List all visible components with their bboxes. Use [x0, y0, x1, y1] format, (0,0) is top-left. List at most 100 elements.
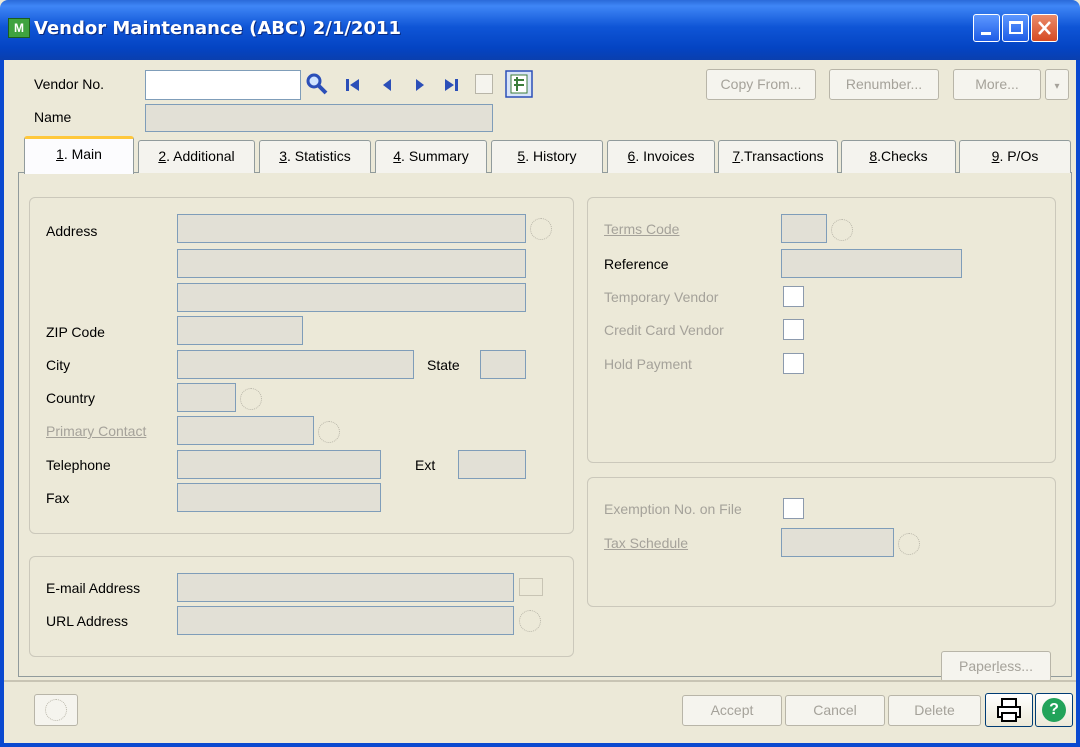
tab-invoices[interactable]: 6. Invoices: [607, 140, 715, 173]
ext-label: Ext: [415, 457, 436, 473]
maximize-button[interactable]: [1002, 14, 1029, 42]
primary-contact-label[interactable]: Primary Contact: [46, 423, 146, 439]
primary-contact-field[interactable]: [177, 416, 314, 445]
zip-code-label: ZIP Code: [46, 324, 105, 340]
tab-summary-number: 4: [393, 148, 402, 164]
address-lookup-icon[interactable]: [530, 218, 552, 240]
paperless-label-start: Paper: [959, 658, 997, 674]
reference-field[interactable]: [781, 249, 962, 278]
first-record-icon[interactable]: [344, 76, 362, 94]
temporary-vendor-label: Temporary Vendor: [604, 289, 719, 305]
name-field[interactable]: [145, 104, 493, 132]
tab-main-label: . Main: [63, 146, 102, 162]
tab-main-number: 1: [56, 146, 64, 162]
tab-checks-number: 8: [869, 148, 878, 164]
email-label: E-mail Address: [46, 580, 141, 596]
exemption-checkbox[interactable]: [783, 498, 804, 519]
tab-main[interactable]: 1. Main: [24, 136, 134, 174]
tab-additional-number: 2: [158, 148, 167, 164]
search-icon[interactable]: [305, 72, 329, 96]
paperless-button[interactable]: Paperless...: [941, 651, 1051, 682]
city-label: City: [46, 357, 71, 373]
email-field[interactable]: [177, 573, 514, 602]
terms-code-label[interactable]: Terms Code: [604, 221, 679, 237]
delete-button[interactable]: Delete: [888, 695, 981, 726]
status-button[interactable]: [34, 694, 78, 726]
country-lookup-icon[interactable]: [240, 388, 262, 410]
address-line-2-field[interactable]: [177, 249, 526, 278]
close-button[interactable]: [1031, 14, 1058, 42]
window-frame-left: [0, 60, 4, 747]
tab-checks[interactable]: 8.Checks: [841, 140, 956, 173]
next-record-icon[interactable]: [413, 76, 427, 94]
calculator-icon[interactable]: [505, 70, 533, 98]
country-label: Country: [46, 390, 96, 406]
tab-transactions-label: .Transactions: [740, 148, 824, 164]
hold-payment-label: Hold Payment: [604, 356, 692, 372]
maximize-icon: [1009, 21, 1023, 34]
close-icon: [1038, 21, 1051, 35]
status-icon: [45, 699, 67, 721]
fax-label: Fax: [46, 490, 70, 506]
city-field[interactable]: [177, 350, 414, 379]
renumber-button[interactable]: Renumber...: [829, 69, 939, 100]
terms-code-lookup-icon[interactable]: [831, 219, 853, 241]
fax-field[interactable]: [177, 483, 381, 512]
email-icon[interactable]: [519, 578, 543, 596]
telephone-field[interactable]: [177, 450, 381, 479]
tab-transactions-number: 7: [732, 148, 741, 164]
credit-card-vendor-label: Credit Card Vendor: [604, 322, 724, 338]
tab-additional[interactable]: 2. Additional: [138, 140, 255, 173]
url-label: URL Address: [46, 613, 128, 629]
tab-summary-label: . Summary: [401, 148, 469, 164]
ext-field[interactable]: [458, 450, 526, 479]
address-line-3-field[interactable]: [177, 283, 526, 312]
tab-statistics-label: . Statistics: [287, 148, 351, 164]
help-icon: ?: [1042, 698, 1066, 722]
credit-card-vendor-checkbox[interactable]: [783, 319, 804, 340]
url-field[interactable]: [177, 606, 514, 635]
tab-pos[interactable]: 9. P/Os: [959, 140, 1071, 173]
tab-checks-label: .Checks: [877, 148, 928, 164]
chevron-down-icon: ▾: [1054, 81, 1060, 92]
tab-invoices-label: . Invoices: [635, 148, 695, 164]
country-field[interactable]: [177, 383, 236, 412]
tax-schedule-label[interactable]: Tax Schedule: [604, 535, 688, 551]
print-button[interactable]: [985, 693, 1033, 727]
window-frame-right: [1076, 60, 1080, 747]
primary-contact-lookup-icon[interactable]: [318, 421, 340, 443]
exemption-label: Exemption No. on File: [604, 501, 742, 517]
more-dropdown-button[interactable]: ▾: [1045, 69, 1069, 100]
tab-pos-label: . P/Os: [999, 148, 1039, 164]
tab-summary[interactable]: 4. Summary: [375, 140, 487, 173]
state-field[interactable]: [480, 350, 526, 379]
copy-from-button[interactable]: Copy From...: [706, 69, 816, 100]
more-button[interactable]: More...: [953, 69, 1041, 100]
address-line-1-field[interactable]: [177, 214, 526, 243]
minimize-button[interactable]: [973, 14, 1000, 42]
hold-payment-checkbox[interactable]: [783, 353, 804, 374]
terms-code-field[interactable]: [781, 214, 827, 243]
app-icon[interactable]: M: [8, 18, 30, 38]
temporary-vendor-checkbox[interactable]: [783, 286, 804, 307]
last-record-icon[interactable]: [442, 76, 460, 94]
window-frame-bottom: [0, 743, 1080, 747]
url-launch-icon[interactable]: [519, 610, 541, 632]
cancel-button[interactable]: Cancel: [785, 695, 885, 726]
zip-code-field[interactable]: [177, 316, 303, 345]
tax-schedule-field[interactable]: [781, 528, 894, 557]
accept-button[interactable]: Accept: [682, 695, 782, 726]
printer-icon: [997, 698, 1021, 722]
paperless-label-end: ess...: [999, 658, 1033, 674]
window-title: Vendor Maintenance (ABC) 2/1/2011: [34, 18, 402, 39]
previous-record-icon[interactable]: [380, 76, 394, 94]
tab-history-label: . History: [525, 148, 577, 164]
state-label: State: [427, 357, 460, 373]
tax-schedule-lookup-icon[interactable]: [898, 533, 920, 555]
tab-transactions[interactable]: 7.Transactions: [718, 140, 838, 173]
help-button[interactable]: ?: [1035, 693, 1073, 727]
memo-icon[interactable]: [475, 74, 493, 94]
tab-statistics[interactable]: 3. Statistics: [259, 140, 371, 173]
vendor-no-input[interactable]: [145, 70, 301, 100]
tab-history[interactable]: 5. History: [491, 140, 603, 173]
